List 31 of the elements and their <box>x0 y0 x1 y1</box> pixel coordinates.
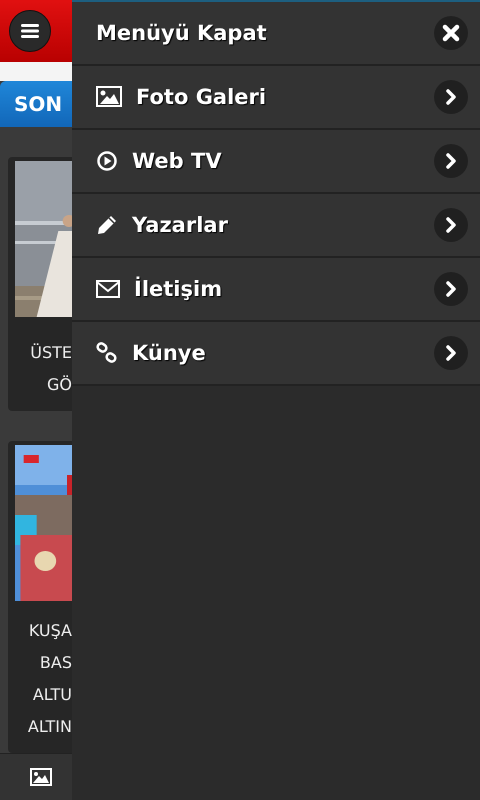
menu-button[interactable] <box>9 10 51 52</box>
headline-text: ALTU <box>32 684 72 706</box>
news-card[interactable]: KUŞA BAS ALTU ALTIN <box>8 441 72 754</box>
image-icon <box>96 86 122 108</box>
chevron-icon <box>434 272 468 306</box>
menu-item[interactable]: Yazarlar <box>72 194 480 258</box>
menu-item[interactable]: Web TV <box>72 130 480 194</box>
menu-icon[interactable] <box>20 23 40 40</box>
header-strip <box>0 62 72 82</box>
chevron-icon <box>434 80 468 114</box>
image-icon[interactable] <box>30 768 52 786</box>
play-icon <box>96 150 118 172</box>
menu-item[interactable]: Künye <box>72 322 480 386</box>
headline-text: ALTIN <box>28 716 72 738</box>
close-icon[interactable] <box>442 24 460 42</box>
chevron-icon <box>434 208 468 242</box>
menu-title: Menüyü Kapat <box>96 21 268 45</box>
envelope-icon <box>96 279 120 299</box>
section-tab[interactable]: SON <box>0 81 72 128</box>
news-card[interactable]: ÜSTE GÖ <box>8 157 72 412</box>
headline-text: BAS <box>40 652 72 674</box>
chevron-icon <box>434 144 468 178</box>
menu-item[interactable]: İletişim <box>72 258 480 322</box>
close-button[interactable] <box>434 16 468 50</box>
pencil-icon <box>96 214 118 236</box>
headline-text: GÖ <box>47 374 72 396</box>
chevron-icon <box>434 336 468 370</box>
headline-text: KUŞA <box>28 620 72 642</box>
headline-text: ÜSTE <box>30 342 72 364</box>
link-icon <box>96 342 118 364</box>
menu-item[interactable]: Foto Galeri <box>72 66 480 130</box>
